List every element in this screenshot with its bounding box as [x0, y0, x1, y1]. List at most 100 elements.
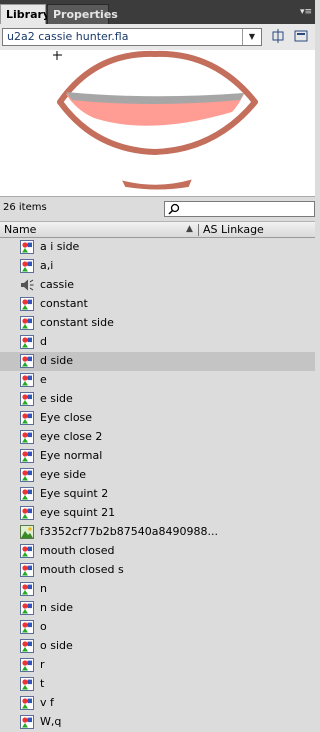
library-item-label: n [40, 582, 47, 595]
library-item[interactable]: W,q [0, 713, 315, 732]
library-item[interactable]: eye side [0, 466, 315, 485]
sound-icon [20, 278, 34, 292]
graphic-symbol-icon [20, 715, 34, 729]
graphic-symbol-icon [20, 487, 34, 501]
library-item-label: r [40, 658, 45, 671]
library-item-label: mouth closed s [40, 563, 124, 576]
graphic-symbol-icon [20, 468, 34, 482]
graphic-symbol-icon [20, 297, 34, 311]
tab-properties[interactable]: Properties [47, 4, 118, 24]
library-item-label: constant side [40, 316, 114, 329]
graphic-symbol-icon [20, 392, 34, 406]
graphic-symbol-icon [20, 411, 34, 425]
library-item-label: Eye normal [40, 449, 103, 462]
library-item-label: t [40, 677, 45, 690]
library-item-label: v f [40, 696, 54, 709]
sort-ascending-icon[interactable]: ▲ [186, 224, 193, 234]
library-item[interactable]: Eye close [0, 409, 315, 428]
library-item-label: d [40, 335, 47, 348]
library-item[interactable]: o side [0, 637, 315, 656]
library-item-label: W,q [40, 715, 62, 728]
library-item-label: e [40, 373, 47, 386]
document-select[interactable]: u2a2 cassie hunter.fla ▼ [2, 28, 262, 46]
library-item[interactable]: a,i [0, 257, 315, 276]
graphic-symbol-icon [20, 544, 34, 558]
graphic-symbol-icon [20, 335, 34, 349]
graphic-symbol-icon [20, 240, 34, 254]
document-name: u2a2 cassie hunter.fla [7, 30, 129, 43]
graphic-symbol-icon [20, 506, 34, 520]
symbol-preview [0, 50, 315, 197]
graphic-symbol-icon [20, 259, 34, 273]
library-item[interactable]: mouth closed s [0, 561, 315, 580]
library-toolbar: 26 items [0, 197, 315, 221]
graphic-symbol-icon [20, 639, 34, 653]
library-item-label: e side [40, 392, 73, 405]
library-item-label: cassie [40, 278, 75, 291]
library-item[interactable]: e side [0, 390, 315, 409]
search-input[interactable] [164, 201, 315, 217]
library-item[interactable]: mouth closed [0, 542, 315, 561]
graphic-symbol-icon [20, 563, 34, 577]
library-item[interactable]: o [0, 618, 315, 637]
graphic-symbol-icon [20, 677, 34, 691]
library-item-label: eye side [40, 468, 87, 481]
library-item-label: f3352cf77b2b87540a8490988... [40, 525, 218, 538]
library-item[interactable]: n side [0, 599, 315, 618]
column-divider[interactable] [198, 224, 199, 236]
graphic-symbol-icon [20, 316, 34, 330]
tab-library[interactable]: Library [0, 4, 50, 24]
library-item-label: o side [40, 639, 73, 652]
panel-tab-bar: Library Properties ▾≡ [0, 0, 315, 24]
library-item[interactable]: Eye normal [0, 447, 315, 466]
graphic-symbol-icon [20, 582, 34, 596]
library-item-label: a i side [40, 240, 80, 253]
library-item[interactable]: Eye squint 2 [0, 485, 315, 504]
library-item[interactable]: eye close 2 [0, 428, 315, 447]
graphic-symbol-icon [20, 430, 34, 444]
graphic-symbol-icon [20, 449, 34, 463]
graphic-symbol-icon [20, 658, 34, 672]
library-item-label: mouth closed [40, 544, 115, 557]
library-item-label: d side [40, 354, 74, 367]
library-item-label: a,i [40, 259, 54, 272]
library-item[interactable]: constant side [0, 314, 315, 333]
library-item-list: a i side a,i cassie constant constant side d d… [0, 238, 315, 732]
library-item-label: Eye squint 2 [40, 487, 109, 500]
bitmap-icon [20, 525, 34, 539]
column-header: Name ▲ AS Linkage [0, 221, 315, 238]
library-item[interactable]: cassie [0, 276, 315, 295]
library-item-label: Eye close [40, 411, 93, 424]
library-item[interactable]: constant [0, 295, 315, 314]
library-item-label: o [40, 620, 47, 633]
library-item-label: n side [40, 601, 74, 614]
library-item[interactable]: e [0, 371, 315, 390]
library-item-label: eye squint 21 [40, 506, 116, 519]
pin-library-icon[interactable] [270, 29, 288, 45]
chevron-down-icon[interactable]: ▼ [242, 29, 261, 45]
graphic-symbol-icon [20, 620, 34, 634]
library-item-label: eye close 2 [40, 430, 103, 443]
library-item[interactable]: d side [0, 352, 315, 371]
library-item[interactable]: r [0, 656, 315, 675]
mouth-preview-image [53, 50, 258, 190]
library-item[interactable]: t [0, 675, 315, 694]
new-library-panel-icon[interactable] [293, 29, 311, 45]
search-icon [168, 203, 180, 215]
graphic-symbol-icon [20, 696, 34, 710]
column-linkage-header[interactable]: AS Linkage [203, 223, 264, 236]
document-row: u2a2 cassie hunter.fla ▼ [0, 24, 315, 50]
graphic-symbol-icon [20, 373, 34, 387]
library-item[interactable]: v f [0, 694, 315, 713]
graphic-symbol-icon [20, 601, 34, 615]
library-item[interactable]: f3352cf77b2b87540a8490988... [0, 523, 315, 542]
panel-menu-icon[interactable]: ▾≡ [300, 6, 312, 18]
library-item[interactable]: eye squint 21 [0, 504, 315, 523]
column-name-header[interactable]: Name [4, 223, 36, 236]
library-item[interactable]: a i side [0, 238, 315, 257]
library-item[interactable]: n [0, 580, 315, 599]
library-item-label: constant [40, 297, 88, 310]
library-item[interactable]: d [0, 333, 315, 352]
item-count: 26 items [3, 202, 47, 213]
graphic-symbol-icon [20, 354, 34, 368]
